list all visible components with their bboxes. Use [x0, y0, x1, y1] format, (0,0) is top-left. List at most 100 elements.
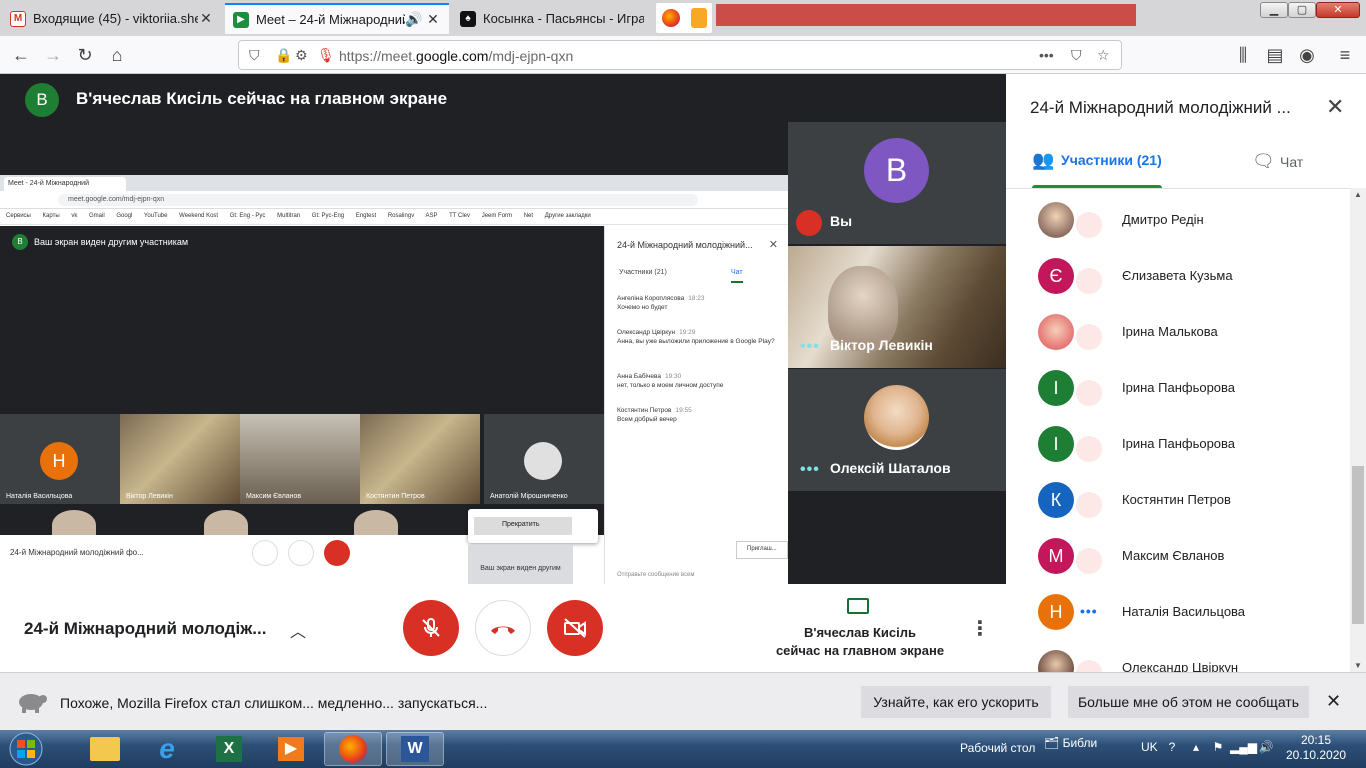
shared-avatar: В	[12, 234, 28, 250]
chat-icon: 🗨	[1252, 151, 1275, 171]
desktop-toolbar[interactable]: Рабочий стол	[960, 741, 1035, 755]
speaker-icon[interactable]: 🔊	[405, 11, 422, 28]
speaking-icon: •••	[800, 461, 820, 478]
page-actions-icon[interactable]: •••	[1039, 47, 1054, 63]
participant-avatar: І	[1038, 426, 1074, 462]
tab-title: Входящие (45) - viktoriia.shekh	[33, 11, 198, 26]
libraries-toolbar[interactable]: 🗂 Библи	[1044, 736, 1097, 750]
camera-toggle-button[interactable]	[547, 600, 603, 656]
back-icon[interactable]: ←	[10, 44, 32, 66]
scroll-down-icon[interactable]: ▼	[1354, 661, 1362, 670]
video-tile[interactable]: ••• Олексій Шаталов	[788, 369, 1006, 491]
forward-icon[interactable]: →	[42, 44, 64, 66]
shared-chat-message: Анна Бабічева 19:30 нет, только в моем ли…	[617, 373, 724, 389]
self-avatar: В	[864, 138, 929, 203]
word-icon[interactable]: W	[386, 732, 444, 766]
participant-item[interactable]: Є Єлизавета Кузьма	[1006, 248, 1352, 304]
language-indicator[interactable]: UK	[1141, 740, 1158, 754]
dont-show-again-button[interactable]: Больше мне об этом не сообщать	[1068, 686, 1309, 718]
tab-solitaire[interactable]: ♠ Косынка - Пасьянсы - Играе	[452, 3, 652, 34]
scroll-thumb[interactable]	[1352, 466, 1364, 624]
camera-off-icon	[564, 618, 586, 638]
library-icon[interactable]: ⫼	[1232, 44, 1254, 66]
tab-close-icon[interactable]: ✕	[425, 11, 441, 28]
menu-icon[interactable]: ≡	[1334, 44, 1356, 66]
tab-participants[interactable]: 👥 Участники (21)	[1032, 150, 1162, 188]
shared-urlbar: meet.google.com/mdj-ejpn-qxn	[0, 191, 788, 209]
reload-icon[interactable]: ↻	[74, 44, 96, 66]
ie-icon[interactable]: e	[138, 732, 196, 766]
sharing-indicator[interactable]	[656, 3, 712, 33]
participant-item[interactable]: Дмитро Редін	[1006, 192, 1352, 248]
tab-gmail[interactable]: M Входящие (45) - viktoriia.shekh ✕	[2, 3, 222, 34]
firefox-icon[interactable]	[324, 732, 382, 766]
learn-more-button[interactable]: Узнайте, как его ускорить	[861, 686, 1051, 718]
panel-scrollbar[interactable]: ▲ ▼	[1350, 188, 1366, 672]
participant-avatar	[1038, 314, 1074, 350]
shared-bookmarks: Сервисы Карты vk Gmail Googl YouTube Wee…	[0, 209, 788, 225]
account-icon[interactable]: ◉	[1296, 44, 1318, 66]
video-tile[interactable]: ••• Віктор Левикін	[788, 246, 1006, 368]
leave-call-button[interactable]	[475, 600, 531, 656]
tab-close-icon[interactable]: ✕	[198, 10, 214, 27]
participant-avatar: І	[1038, 370, 1074, 406]
tab-title: Косынка - Пасьянсы - Играе	[483, 11, 644, 26]
gmail-icon: M	[10, 10, 26, 27]
participant-item[interactable]: І Ірина Панфьорова	[1006, 416, 1352, 472]
participant-photo	[864, 385, 929, 450]
explorer-icon[interactable]	[76, 732, 134, 766]
tray-arrow-icon[interactable]: ▴	[1188, 740, 1204, 756]
flag-icon[interactable]: ⚑	[1210, 740, 1226, 756]
clock[interactable]: 20:15 20.10.2020	[1286, 733, 1346, 763]
microphone-icon[interactable]: 🎙	[317, 47, 335, 64]
meeting-title[interactable]: 24-й Міжнародний молодіж...	[24, 619, 266, 639]
maximize-icon[interactable]: ▢	[1288, 2, 1316, 18]
mic-off-icon	[1076, 436, 1102, 462]
presenting-status[interactable]: В'ячеслав Кисіль сейчас на главном экран…	[770, 624, 950, 660]
sharing-warning-bar	[716, 4, 1136, 26]
participant-item[interactable]: Олександр Цвіркун	[1006, 640, 1352, 672]
participant-avatar: Н	[1038, 594, 1074, 630]
speaking-icon: •••	[800, 338, 820, 355]
start-button[interactable]	[4, 731, 48, 767]
more-options-icon[interactable]: ⋮	[970, 616, 990, 641]
media-player-icon[interactable]: ▶	[262, 732, 320, 766]
shared-mic-icon	[252, 540, 278, 566]
bookmark-star-icon[interactable]: ☆	[1097, 47, 1110, 64]
help-icon[interactable]: ?	[1164, 740, 1180, 756]
minimize-icon[interactable]: ▁	[1260, 2, 1288, 18]
participant-item[interactable]: М Максим Євланов	[1006, 528, 1352, 584]
url-bar[interactable]: ⛉ 🔒 ⚙ 🎙 https://meet.google.com/mdj-ejpn…	[238, 40, 1122, 70]
shared-side-panel: 24-й Міжнародний молодіжний... ✕ Участни…	[604, 226, 788, 584]
tab-chat[interactable]: 🗨 Чат	[1252, 151, 1303, 171]
close-icon[interactable]: ✕	[1326, 691, 1341, 712]
shield-icon[interactable]: ⛉	[249, 47, 260, 64]
mic-toggle-button[interactable]	[403, 600, 459, 656]
firefox-icon	[661, 9, 680, 27]
home-icon[interactable]: ⌂	[106, 44, 128, 66]
excel-icon[interactable]: X	[200, 732, 258, 766]
chevron-up-icon[interactable]: ︿	[290, 618, 306, 642]
participant-avatar: Є	[1038, 258, 1074, 294]
permissions-icon[interactable]: ⚙	[295, 47, 308, 64]
participant-item[interactable]: Ірина Малькова	[1006, 304, 1352, 360]
close-icon[interactable]: ✕	[1316, 2, 1360, 18]
browser-tabstrip: M Входящие (45) - viktoriia.shekh ✕ ▶ Me…	[0, 0, 1366, 36]
close-icon[interactable]: ✕	[1326, 94, 1344, 120]
hangup-icon	[491, 626, 515, 634]
participant-item[interactable]: І Ірина Панфьорова	[1006, 360, 1352, 416]
present-screen-icon[interactable]	[847, 598, 869, 614]
notification-text: Похоже, Mozilla Firefox стал слишком... …	[60, 695, 488, 711]
shared-close-icon: ✕	[768, 239, 778, 251]
video-tile-self[interactable]: В Вы	[788, 122, 1006, 244]
shared-tile-avatar: Н	[40, 442, 78, 480]
network-icon[interactable]: ▂▄▆	[1230, 740, 1257, 756]
participant-item[interactable]: К Костянтин Петров	[1006, 472, 1352, 528]
scroll-up-icon[interactable]: ▲	[1354, 190, 1362, 199]
pocket-icon[interactable]: ⛉	[1071, 47, 1082, 64]
tab-meet[interactable]: ▶ Meet – 24-й Міжнародний 🔊 ✕	[225, 3, 449, 34]
volume-icon[interactable]: 🔊	[1258, 740, 1274, 756]
lock-icon[interactable]: 🔒	[275, 47, 292, 64]
sidebar-icon[interactable]: ▤	[1264, 44, 1286, 66]
participant-item[interactable]: Н ••• Наталія Васильцова	[1006, 584, 1352, 640]
